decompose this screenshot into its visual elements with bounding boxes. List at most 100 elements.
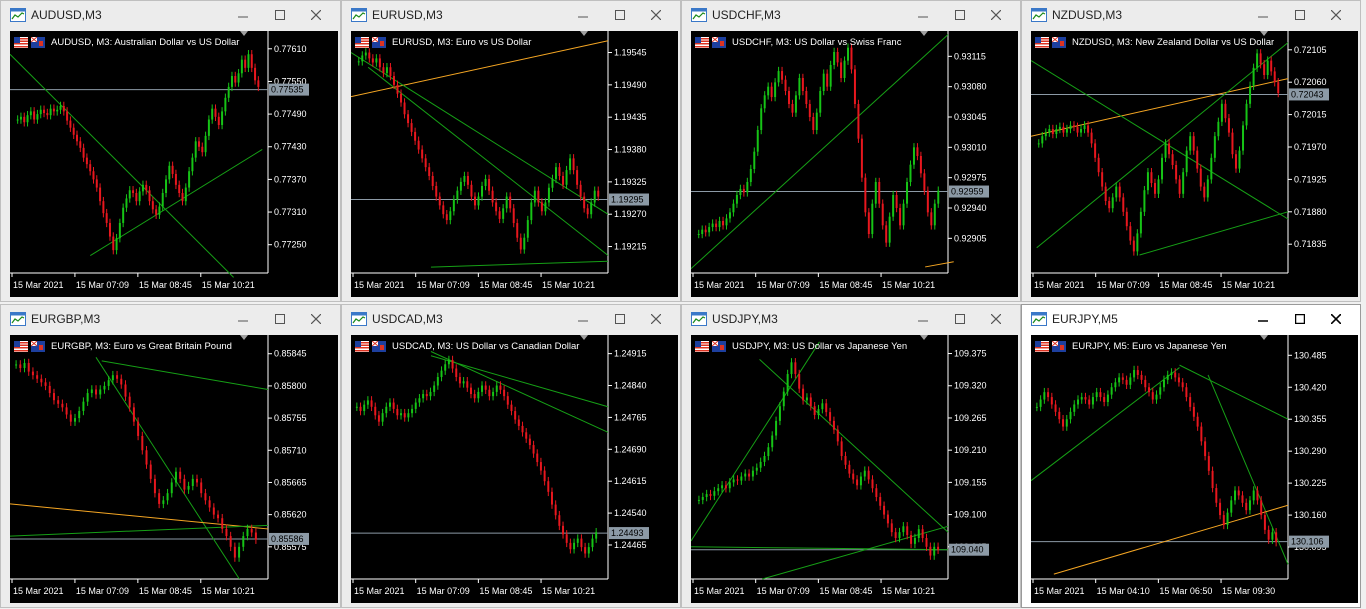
chart-shift-marker-icon[interactable]	[920, 31, 928, 36]
trend-line-green[interactable]	[1031, 60, 1289, 220]
candle-body	[1122, 197, 1125, 212]
candlestick-chart[interactable]: 0.93115 0.93080 0.93045 0.93010 0.92975 0.929…	[691, 31, 1018, 297]
chart-window-nzdusd[interactable]: NZDUSD,M3 0.72105 0.72060 0.72015 0.71970 0.7…	[1021, 0, 1361, 302]
chart-shift-marker-icon[interactable]	[240, 335, 248, 340]
close-button[interactable]	[1325, 5, 1347, 25]
trend-line-green[interactable]	[1031, 367, 1180, 482]
minimize-button[interactable]	[912, 5, 934, 25]
candlestick-chart[interactable]: 130.485 130.420 130.355 130.290 130.225 130.1…	[1031, 335, 1358, 603]
trend-line-green[interactable]	[1179, 364, 1289, 420]
minimize-button[interactable]	[912, 309, 934, 329]
maximize-button[interactable]	[609, 309, 631, 329]
maximize-button[interactable]	[609, 5, 631, 25]
chart-window-usdchf[interactable]: USDCHF,M3 0.93115 0.93080 0.93045 0.93010 0.9…	[681, 0, 1021, 302]
chart-shift-marker-icon[interactable]	[920, 335, 928, 340]
maximize-button[interactable]	[949, 309, 971, 329]
candle-body	[212, 507, 215, 515]
candlestick-chart[interactable]: 0.85845 0.85800 0.85755 0.85710 0.85665 0.856…	[10, 335, 338, 603]
chart-shift-marker-icon[interactable]	[580, 335, 588, 340]
chart-window-eurjpy[interactable]: EURJPY,M5 130.485 130.420 130.355 130.290 130…	[1021, 304, 1361, 608]
trend-line-green[interactable]	[1139, 211, 1289, 256]
maximize-button[interactable]	[1289, 309, 1311, 329]
price-chart[interactable]: 0.93115 0.93080 0.93045 0.93010 0.92975 0.929…	[691, 31, 1018, 297]
trend-line-green[interactable]	[351, 52, 609, 215]
candle-body	[1189, 136, 1192, 151]
candle-body	[784, 79, 787, 91]
candle-body	[158, 206, 161, 215]
window-titlebar[interactable]: EURUSD,M3	[342, 1, 680, 29]
window-titlebar[interactable]: EURJPY,M5	[1022, 305, 1360, 333]
trend-line-green[interactable]	[430, 260, 609, 268]
chart-window-usdjpy[interactable]: USDJPY,M3 109.375 109.320 109.265 109.210 109…	[681, 304, 1021, 608]
close-button[interactable]	[305, 309, 327, 329]
window-title: EURGBP,M3	[31, 312, 101, 326]
price-chart[interactable]: 109.375 109.320 109.265 109.210 109.155 109.1…	[691, 335, 1018, 603]
price-chart[interactable]: 0.72105 0.72060 0.72015 0.71970 0.71925 0.718…	[1031, 31, 1358, 297]
price-tick-label: 0.85845	[274, 349, 307, 359]
price-tick-label: 1.19270	[614, 209, 647, 219]
trend-line-green[interactable]	[367, 66, 609, 256]
candlestick-chart[interactable]: 0.776100.775500.774900.774300.773700.773…	[10, 31, 338, 297]
candle-body	[440, 370, 443, 378]
candlestick-chart[interactable]: 109.375 109.320 109.265 109.210 109.155 109.1…	[691, 335, 1018, 603]
close-button[interactable]	[1325, 309, 1347, 329]
candlestick-chart[interactable]: 0.72105 0.72060 0.72015 0.71970 0.71925 0.718…	[1031, 31, 1358, 297]
price-chart[interactable]: 0.77610 0.77550 0.77490 0.77430 0.77370 0.773…	[10, 31, 338, 297]
candle-body	[112, 236, 115, 251]
maximize-button[interactable]	[269, 309, 291, 329]
chart-shift-marker-icon[interactable]	[580, 31, 588, 36]
trend-line-green[interactable]	[762, 525, 949, 580]
chart-window-eurgbp[interactable]: EURGBP,M3 0.85845 0.85800 0.85755 0.85710 0.8…	[0, 304, 341, 608]
trend-line-green[interactable]	[95, 357, 240, 580]
symbol-label: USDCHF, M3: US Dollar vs Swiss Franc	[695, 34, 901, 50]
minimize-button[interactable]	[232, 5, 254, 25]
trend-line-orange[interactable]	[1053, 504, 1289, 575]
close-button[interactable]	[985, 309, 1007, 329]
chart-shift-marker-icon[interactable]	[1260, 335, 1268, 340]
minimize-button[interactable]	[572, 5, 594, 25]
minimize-button[interactable]	[232, 309, 254, 329]
candle-body	[836, 52, 839, 63]
candlestick-chart[interactable]: 1.24915 1.24840 1.24765 1.24690 1.24615 1.245…	[351, 335, 678, 603]
minimize-button[interactable]	[572, 309, 594, 329]
maximize-button[interactable]	[269, 5, 291, 25]
candle-body	[484, 178, 487, 186]
candle-body	[1234, 490, 1237, 501]
trend-line-green[interactable]	[10, 524, 269, 537]
window-titlebar[interactable]: USDCAD,M3	[342, 305, 680, 333]
candle-body	[770, 86, 773, 98]
window-titlebar[interactable]: EURGBP,M3	[1, 305, 340, 333]
chart-window-usdcad[interactable]: USDCAD,M3 1.24915 1.24840 1.24765 1.24690 1.2…	[341, 304, 681, 608]
window-titlebar[interactable]: USDJPY,M3	[682, 305, 1020, 333]
candle-body	[539, 462, 542, 471]
candlestick-chart[interactable]: 1.19545 1.19490 1.19435 1.19380 1.19325 1.192…	[351, 31, 678, 297]
minimize-button[interactable]	[1252, 309, 1274, 329]
trend-line-orange[interactable]	[925, 261, 954, 268]
maximize-button[interactable]	[1289, 5, 1311, 25]
price-chart[interactable]: 0.85845 0.85800 0.85755 0.85710 0.85665 0.856…	[10, 335, 338, 603]
candle-body	[462, 381, 465, 384]
chart-window-eurusd[interactable]: EURUSD,M3 1.19545 1.19490 1.19435 1.19380 1.1…	[341, 0, 681, 302]
trend-line-green[interactable]	[691, 341, 820, 542]
close-button[interactable]	[305, 5, 327, 25]
close-button[interactable]	[645, 5, 667, 25]
trend-line-green[interactable]	[430, 355, 609, 408]
chart-window-audusd[interactable]: AUDUSD,M3 0.77610 0.77550 0.77490 0.77430 0.7…	[0, 0, 341, 302]
close-button[interactable]	[645, 309, 667, 329]
price-chart[interactable]: 130.485 130.420 130.355 130.290 130.225 130.1…	[1031, 335, 1358, 603]
trend-line-green[interactable]	[1036, 42, 1289, 249]
price-chart[interactable]: 1.24915 1.24840 1.24765 1.24690 1.24615 1.245…	[351, 335, 678, 603]
chart-shift-marker-icon[interactable]	[1260, 31, 1268, 36]
trend-line-green[interactable]	[10, 53, 234, 278]
window-titlebar[interactable]: AUDUSD,M3	[1, 1, 340, 29]
maximize-button[interactable]	[949, 5, 971, 25]
window-titlebar[interactable]: USDCHF,M3	[682, 1, 1020, 29]
minimize-button[interactable]	[1252, 5, 1274, 25]
chart-shift-marker-icon[interactable]	[240, 31, 248, 36]
price-chart[interactable]: 1.19545 1.19490 1.19435 1.19380 1.19325 1.192…	[351, 31, 678, 297]
close-button[interactable]	[985, 5, 1007, 25]
trend-line-green[interactable]	[691, 34, 949, 270]
trend-line-green[interactable]	[101, 360, 269, 390]
trend-line-orange[interactable]	[10, 503, 269, 530]
window-titlebar[interactable]: NZDUSD,M3	[1022, 1, 1360, 29]
